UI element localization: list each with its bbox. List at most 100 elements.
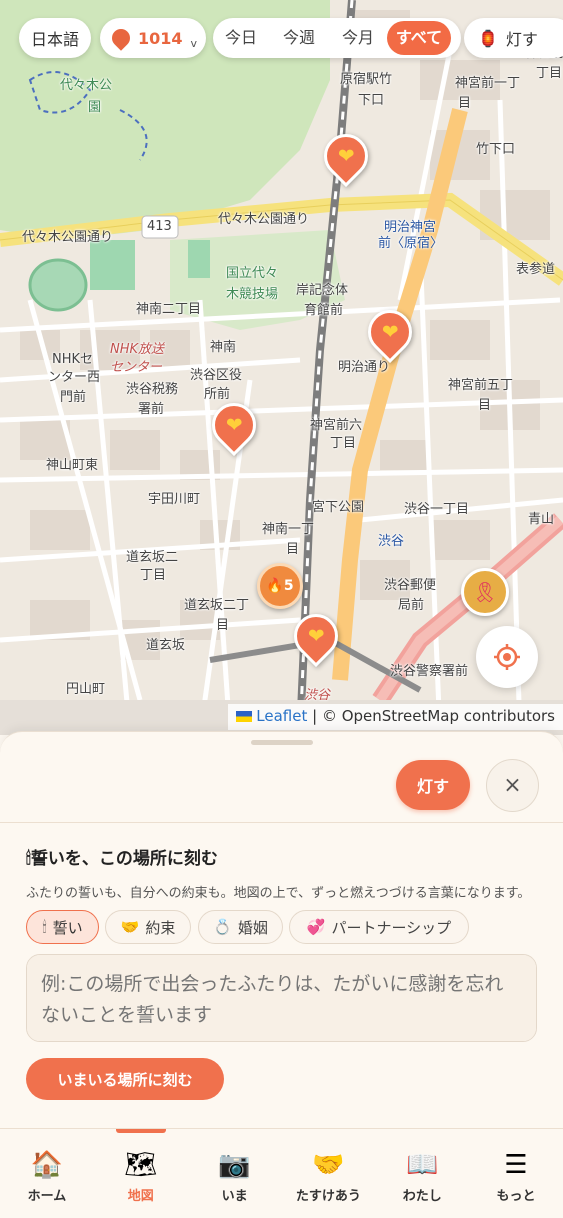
chip-label: 約束	[145, 918, 176, 937]
map-place-label: 道玄坂二	[126, 550, 179, 565]
map-place-label: 明治神宮	[384, 220, 437, 235]
map-place-label: 目	[216, 618, 230, 633]
handshake-icon: 🤝	[312, 1150, 345, 1180]
map-place-label: 所前	[204, 387, 231, 402]
chip-promise[interactable]: 🤝 約束	[105, 910, 191, 944]
filter-week[interactable]: 今週	[269, 21, 329, 55]
lantern-icon: 🏮	[478, 28, 498, 48]
vow-sheet: 灯す × 🕯誓いを、この場所に刻む ふたりの誓いも、自分への約束も。地図の上で、…	[0, 731, 563, 1131]
vow-count-button[interactable]: 1014 v	[100, 18, 206, 58]
map-place-label: 丁目	[536, 66, 563, 81]
map-place-label: 青山	[528, 512, 555, 527]
leaflet-link[interactable]: Leaflet	[256, 707, 307, 725]
map-place-label: 育館前	[304, 303, 344, 318]
sheet-drag-handle[interactable]	[251, 740, 313, 745]
map-place-label: 宮下公園	[312, 500, 365, 515]
cluster-count: 5	[283, 578, 294, 594]
map-place-label: 道玄坂二丁	[184, 598, 250, 613]
chip-label: 誓い	[52, 918, 83, 937]
light-filter-button[interactable]: 🏮 灯す	[464, 18, 563, 58]
language-button[interactable]: 日本語	[19, 18, 91, 58]
app-root: 代々木公園原宿駅竹下口神宮前一丁目神宮前丁目竹下口明治神宮前〈原宿〉代々木公園通…	[0, 0, 563, 1218]
engrave-here-button[interactable]: いまいる場所に刻む	[26, 1058, 224, 1100]
location-pin-icon	[108, 25, 134, 51]
map-place-label: 神南	[210, 340, 237, 355]
world-map-icon: 🗺	[124, 1150, 158, 1180]
menu-icon: ☰	[504, 1150, 528, 1180]
map-place-label: 前〈原宿〉	[378, 236, 444, 251]
map-place-label: 明治通り	[338, 360, 391, 375]
nav-now[interactable]: 📷 いま	[188, 1129, 282, 1218]
map-place-label: 丁目	[140, 568, 167, 583]
map-place-label: 木競技場	[226, 287, 279, 302]
filter-month[interactable]: 今月	[329, 21, 387, 55]
bottom-nav: 🏠 ホーム 🗺 地図 📷 いま 🤝 たすけあう 📖 わたし ☰ もっと	[0, 1128, 563, 1218]
partnership-marker[interactable]: 🎗	[461, 568, 509, 616]
nav-label: 地図	[127, 1189, 154, 1204]
vow-description: ふたりの誓いも、自分への約束も。地図の上で、ずっと燃えつづける言葉になります。	[26, 886, 531, 901]
map-attribution: Leaflet | © OpenStreetMap contributors	[228, 704, 563, 730]
heart-icon: ❤	[381, 320, 399, 345]
map-place-label: 原宿駅竹	[340, 72, 393, 87]
map-place-label: 神山町東	[46, 458, 99, 473]
divider	[0, 822, 563, 823]
time-filter-tabs: 今日 今週 今月 すべて	[213, 18, 461, 58]
vow-section-title: 🕯誓いを、この場所に刻む	[26, 844, 218, 869]
nav-map[interactable]: 🗺 地図	[94, 1129, 188, 1218]
chip-partnership[interactable]: 💞 パートナーシップ	[289, 910, 469, 944]
map-place-label: 局前	[398, 598, 425, 613]
house-icon: 🏠	[30, 1150, 64, 1180]
nav-more[interactable]: ☰ もっと	[469, 1129, 563, 1218]
map-place-label: NHK放送	[110, 342, 165, 357]
map-place-label: センター	[110, 360, 163, 375]
map-place-label: 神宮前六	[310, 418, 363, 433]
marker-cluster[interactable]: 🔥 5	[257, 563, 303, 609]
map-place-label: 宇田川町	[148, 492, 201, 507]
ribbon-icon: 🎗	[472, 580, 498, 604]
candle-icon: 🕯	[42, 918, 47, 936]
light-filter-label: 灯す	[505, 30, 538, 49]
map-place-label: 神南一丁	[262, 522, 315, 537]
map-place-label: 園	[88, 100, 102, 115]
locate-me-button[interactable]	[476, 626, 538, 688]
map-place-label: 神宮前一丁	[455, 76, 521, 91]
book-icon: 📖	[406, 1150, 439, 1180]
map-place-label: 下口	[358, 93, 385, 108]
ukraine-flag-icon	[236, 711, 253, 722]
heart-icon: ❤	[337, 144, 355, 169]
map-place-label: 円山町	[66, 682, 106, 697]
map-place-label: 渋谷	[304, 688, 331, 703]
chip-marriage[interactable]: 💍 婚姻	[198, 910, 283, 944]
map-place-label: 国立代々	[226, 266, 279, 281]
vow-text-input[interactable]	[26, 954, 537, 1042]
filter-today[interactable]: 今日	[213, 21, 269, 55]
nav-label: わたし	[402, 1189, 442, 1204]
nav-help[interactable]: 🤝 たすけあう	[281, 1129, 375, 1218]
map-place-label: NHKセ	[52, 352, 94, 367]
vow-count: 1014	[138, 28, 183, 48]
chip-label: パートナーシップ	[331, 918, 452, 937]
map-place-label: 神南二丁目	[136, 302, 202, 317]
map-place-label: 目	[458, 96, 472, 111]
map-place-label: 渋谷	[378, 534, 405, 549]
hearts-icon: 💞	[306, 918, 326, 936]
filter-all[interactable]: すべて	[387, 21, 451, 55]
map-place-label: 道玄坂	[146, 638, 186, 653]
chevron-down-icon: v	[190, 36, 198, 50]
map-place-label: 門前	[60, 390, 87, 405]
camera-icon: 📷	[218, 1150, 251, 1180]
vow-title-text: 誓いを、この場所に刻む	[30, 849, 218, 869]
map-place-label: 渋谷税務	[126, 382, 179, 397]
close-button[interactable]: ×	[486, 759, 539, 812]
map-view[interactable]: 代々木公園原宿駅竹下口神宮前一丁目神宮前丁目竹下口明治神宮前〈原宿〉代々木公園通…	[0, 0, 563, 735]
map-place-label: 署前	[138, 402, 165, 417]
nav-home[interactable]: 🏠 ホーム	[0, 1129, 94, 1218]
map-place-label: 代々木公園通り	[22, 230, 114, 245]
map-place-label: 渋谷警察署前	[390, 664, 469, 679]
map-place-label: 413	[147, 219, 172, 234]
nav-label: いま	[221, 1189, 248, 1204]
chip-label: 婚姻	[237, 918, 268, 937]
nav-me[interactable]: 📖 わたし	[375, 1129, 469, 1218]
light-button[interactable]: 灯す	[396, 760, 470, 810]
chip-vow[interactable]: 🕯 誓い	[26, 910, 99, 944]
